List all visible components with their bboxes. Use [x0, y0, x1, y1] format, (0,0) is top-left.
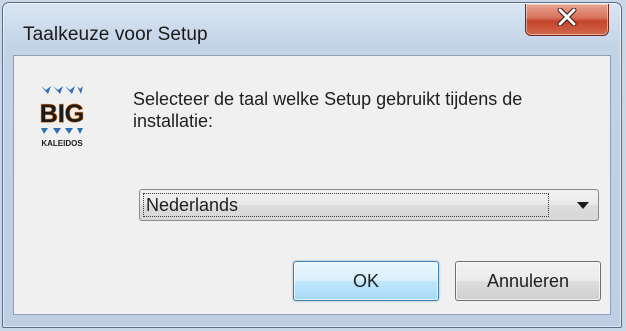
language-select[interactable]: Nederlands	[139, 189, 599, 221]
svg-text:BIG: BIG	[40, 100, 84, 128]
ok-button[interactable]: OK	[293, 261, 439, 301]
title-bar[interactable]: Taalkeuze voor Setup	[3, 3, 621, 55]
setup-language-dialog: Taalkeuze voor Setup BIG KALEIDOS Select…	[2, 2, 622, 328]
dialog-body: BIG KALEIDOS Selecteer de taal welke Set…	[13, 55, 611, 315]
cancel-button[interactable]: Annuleren	[455, 261, 601, 301]
big-kaleidos-logo: BIG KALEIDOS	[37, 82, 87, 150]
svg-text:KALEIDOS: KALEIDOS	[41, 139, 83, 148]
close-x-icon	[557, 7, 577, 31]
language-prompt-text: Selecteer de taal welke Setup gebruikt t…	[133, 89, 523, 131]
close-button[interactable]	[525, 4, 609, 36]
window-title: Taalkeuze voor Setup	[23, 24, 208, 45]
chevron-down-icon[interactable]	[577, 202, 589, 209]
selected-language: Nederlands	[143, 193, 549, 217]
